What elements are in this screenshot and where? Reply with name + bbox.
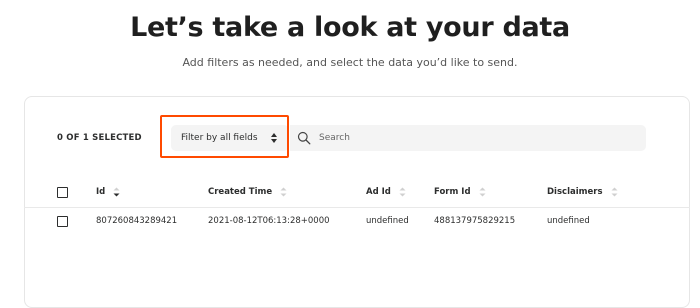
column-header-label: Created Time xyxy=(208,187,273,197)
sort-icon xyxy=(479,187,486,197)
sort-icon xyxy=(399,187,406,197)
page-subtitle: Add filters as needed, and select the da… xyxy=(182,56,518,69)
column-header-label: Disclaimers xyxy=(547,187,603,197)
filter-highlight-box xyxy=(160,115,289,158)
select-all-checkbox[interactable] xyxy=(57,187,68,198)
column-header-id[interactable]: Id xyxy=(96,186,120,198)
search-icon xyxy=(297,131,311,145)
search-input[interactable] xyxy=(317,132,621,144)
search-box[interactable] xyxy=(290,125,646,151)
column-header-created-time[interactable]: Created Time xyxy=(208,186,287,198)
column-header-label: Id xyxy=(96,187,106,197)
column-header-label: Form Id xyxy=(434,187,471,197)
header-divider xyxy=(24,207,690,208)
column-header-disclaimers[interactable]: Disclaimers xyxy=(547,186,618,198)
cell-created-time: 2021-08-12T06:13:28+0000 xyxy=(208,216,330,226)
page-title: Let’s take a look at your data xyxy=(130,12,570,43)
column-header-ad-id[interactable]: Ad Id xyxy=(366,186,406,198)
cell-form-id: 488137975829215 xyxy=(434,216,516,226)
cell-disclaimers: undefined xyxy=(547,216,590,226)
cell-ad-id: undefined xyxy=(366,216,409,226)
column-header-label: Ad Id xyxy=(366,187,391,197)
row-checkbox[interactable] xyxy=(57,216,68,227)
sort-descending-icon xyxy=(113,187,120,197)
selection-count: 0 OF 1 SELECTED xyxy=(57,133,142,143)
cell-id: 807260843289421 xyxy=(96,216,178,226)
column-header-form-id[interactable]: Form Id xyxy=(434,186,486,198)
sort-icon xyxy=(611,187,618,197)
sort-icon xyxy=(280,187,287,197)
